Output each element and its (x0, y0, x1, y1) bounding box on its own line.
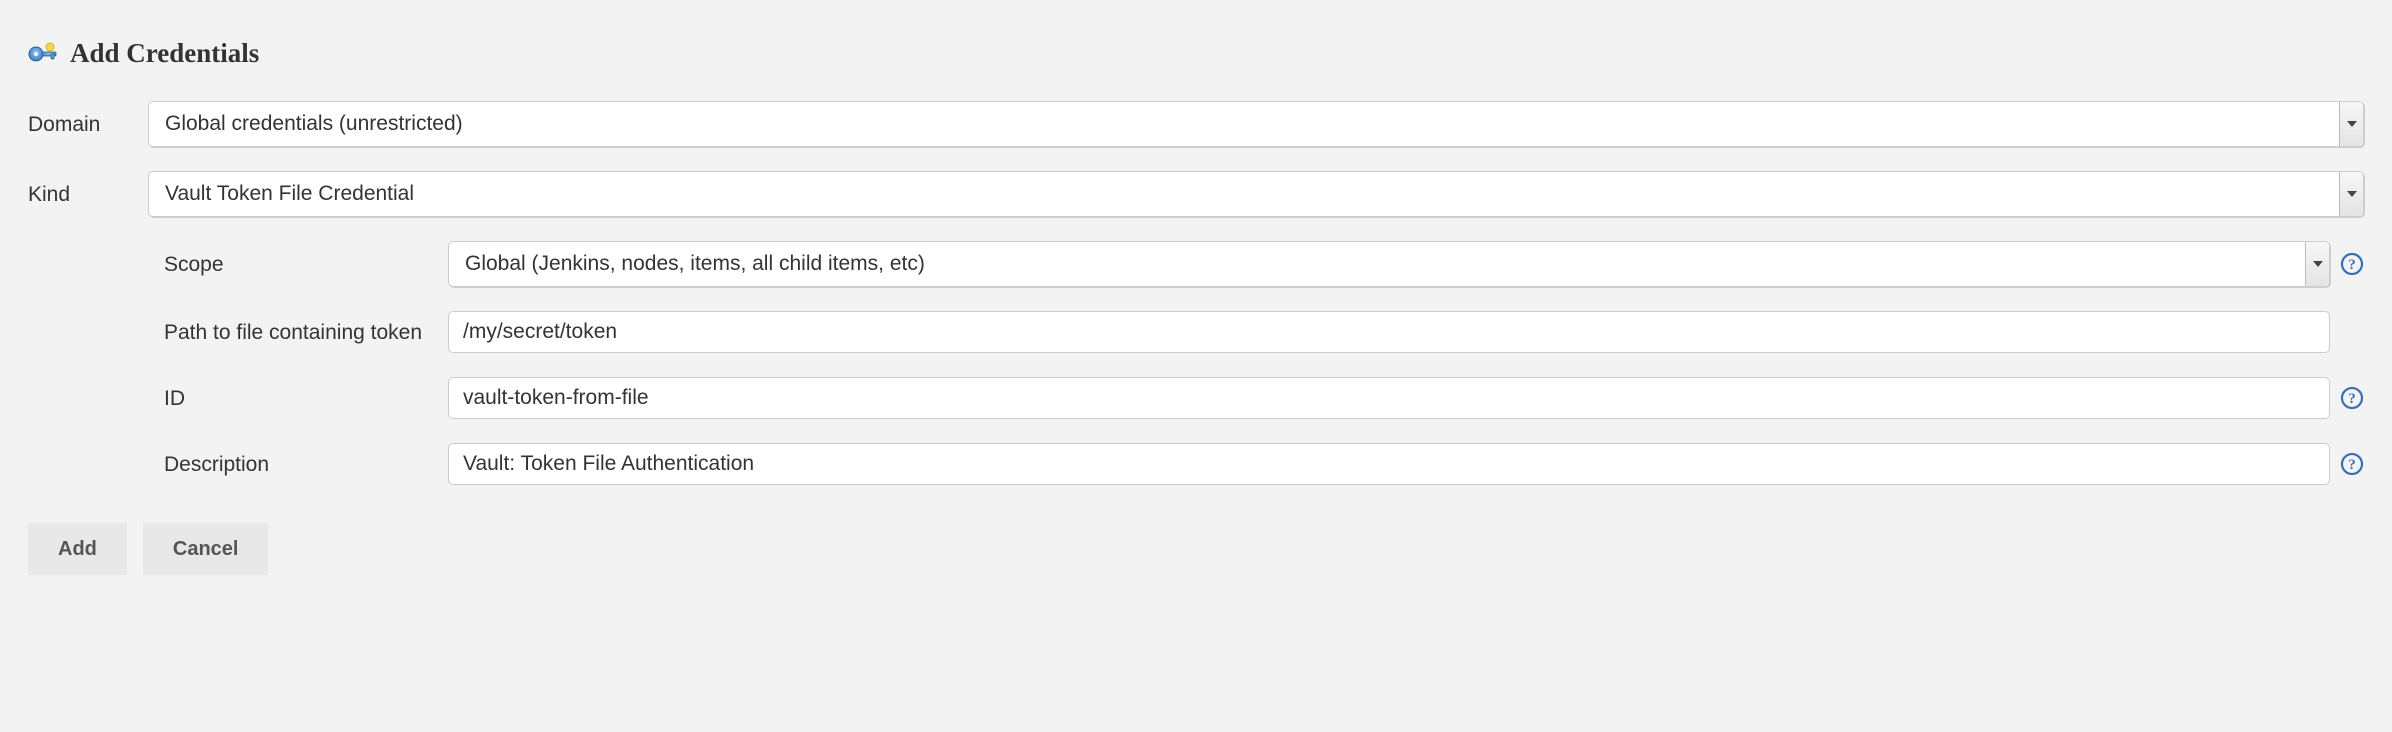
kind-select-value: Vault Token File Credential (165, 182, 414, 206)
page-title: Add Credentials (70, 38, 259, 69)
kind-select-chevron[interactable] (2339, 172, 2363, 216)
chevron-down-icon (2313, 261, 2323, 267)
scope-help-icon[interactable]: ? (2340, 252, 2364, 276)
svg-text:?: ? (2348, 391, 2356, 407)
chevron-down-icon (2347, 121, 2357, 127)
svg-text:?: ? (2348, 257, 2356, 273)
domain-label: Domain (28, 111, 148, 137)
scope-select-chevron[interactable] (2305, 242, 2329, 286)
key-icon (28, 41, 58, 67)
kind-select[interactable]: Vault Token File Credential (148, 171, 2364, 217)
scope-label: Scope (148, 251, 448, 277)
id-help-icon[interactable]: ? (2340, 386, 2364, 410)
domain-select[interactable]: Global credentials (unrestricted) (148, 101, 2364, 147)
chevron-down-icon (2347, 191, 2357, 197)
domain-select-value: Global credentials (unrestricted) (165, 112, 463, 136)
id-input[interactable] (448, 377, 2330, 419)
description-help-icon[interactable]: ? (2340, 452, 2364, 476)
domain-select-chevron[interactable] (2339, 102, 2363, 146)
cancel-button[interactable]: Cancel (143, 523, 269, 575)
scope-select-value: Global (Jenkins, nodes, items, all child… (465, 252, 925, 276)
kind-label: Kind (28, 181, 148, 207)
id-label: ID (148, 385, 448, 411)
path-input[interactable] (448, 311, 2330, 353)
add-button[interactable]: Add (28, 523, 127, 575)
path-label: Path to file containing token (148, 319, 448, 345)
description-label: Description (148, 451, 448, 477)
spacer (2340, 320, 2364, 344)
scope-select[interactable]: Global (Jenkins, nodes, items, all child… (448, 241, 2330, 287)
description-input[interactable] (448, 443, 2330, 485)
svg-text:?: ? (2348, 457, 2356, 473)
